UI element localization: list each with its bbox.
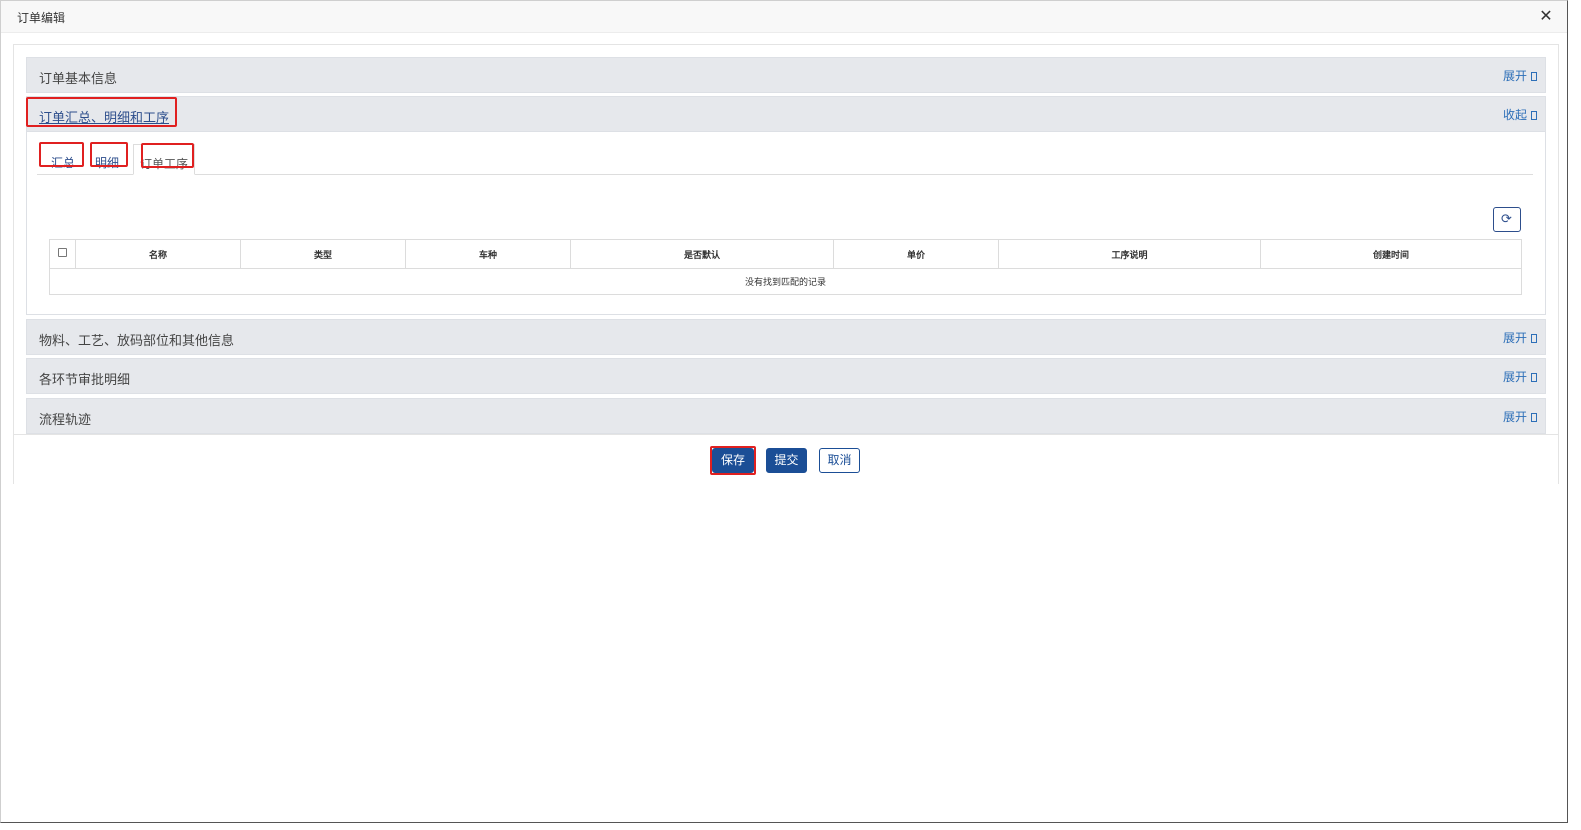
select-all-cell xyxy=(49,239,76,269)
close-icon[interactable]: ✕ xyxy=(1537,7,1555,25)
dialog-content: 订单基本信息 展开 订单汇总、明细和工序 收起 汇总 明细 订单工序 ⟳ 名称 … xyxy=(13,44,1559,484)
table-header-row: 名称 类型 车种 是否默认 单价 工序说明 创建时间 xyxy=(49,239,1522,269)
refresh-icon: ⟳ xyxy=(1501,212,1512,227)
refresh-button[interactable]: ⟳ xyxy=(1493,207,1521,232)
highlight-box xyxy=(26,97,177,127)
cancel-button[interactable]: 取消 xyxy=(819,448,860,473)
column-header[interactable]: 名称 xyxy=(75,239,241,269)
section-title: 订单基本信息 xyxy=(39,72,118,87)
column-header[interactable]: 创建时间 xyxy=(1260,239,1522,269)
highlight-box xyxy=(710,446,756,475)
column-header[interactable]: 工序说明 xyxy=(998,239,1261,269)
section-toggle-collapse[interactable]: 收起 xyxy=(1503,106,1537,123)
highlight-box xyxy=(90,142,128,167)
tab-bar: 汇总 明细 订单工序 xyxy=(37,140,1533,175)
section-process-trace[interactable]: 流程轨迹 展开 xyxy=(26,398,1546,434)
section-materials-process-info[interactable]: 物料、工艺、放码部位和其他信息 展开 xyxy=(26,319,1546,355)
section-toggle-expand[interactable]: 展开 xyxy=(1503,368,1537,385)
dialog-footer: 保存 提交 取消 xyxy=(14,434,1558,484)
expand-icon xyxy=(1531,334,1537,343)
expand-icon xyxy=(1531,413,1537,422)
column-header[interactable]: 车种 xyxy=(405,239,571,269)
expand-icon xyxy=(1531,373,1537,382)
section-approval-details[interactable]: 各环节审批明细 展开 xyxy=(26,358,1546,394)
order-edit-dialog: 订单编辑 ✕ 订单基本信息 展开 订单汇总、明细和工序 收起 汇总 明细 订单工… xyxy=(0,0,1568,823)
section-body: 汇总 明细 订单工序 ⟳ 名称 类型 车种 是否默认 单价 工序说明 创建时间 … xyxy=(26,132,1546,315)
column-header[interactable]: 是否默认 xyxy=(570,239,834,269)
select-all-checkbox[interactable] xyxy=(58,248,67,257)
section-order-basic-info[interactable]: 订单基本信息 展开 xyxy=(26,57,1546,93)
section-title: 流程轨迹 xyxy=(39,413,92,428)
column-header[interactable]: 单价 xyxy=(833,239,999,269)
section-toggle-expand[interactable]: 展开 xyxy=(1503,329,1537,346)
submit-button[interactable]: 提交 xyxy=(766,448,807,473)
section-title: 各环节审批明细 xyxy=(39,373,131,388)
empty-table-message: 没有找到匹配的记录 xyxy=(49,268,1522,295)
column-header[interactable]: 类型 xyxy=(240,239,406,269)
process-table: 名称 类型 车种 是否默认 单价 工序说明 创建时间 没有找到匹配的记录 xyxy=(49,239,1522,295)
section-toggle-expand[interactable]: 展开 xyxy=(1503,67,1537,84)
section-toggle-expand[interactable]: 展开 xyxy=(1503,408,1537,425)
dialog-title-bar: 订单编辑 ✕ xyxy=(1,1,1567,33)
highlight-box xyxy=(39,142,84,167)
highlight-box xyxy=(141,143,194,168)
expand-icon xyxy=(1531,72,1537,81)
section-title: 物料、工艺、放码部位和其他信息 xyxy=(39,334,235,349)
table-row: 没有找到匹配的记录 xyxy=(49,268,1522,295)
dialog-title: 订单编辑 xyxy=(17,11,66,25)
collapse-icon xyxy=(1531,111,1537,120)
section-order-summary-detail-process[interactable]: 订单汇总、明细和工序 收起 xyxy=(26,96,1546,132)
